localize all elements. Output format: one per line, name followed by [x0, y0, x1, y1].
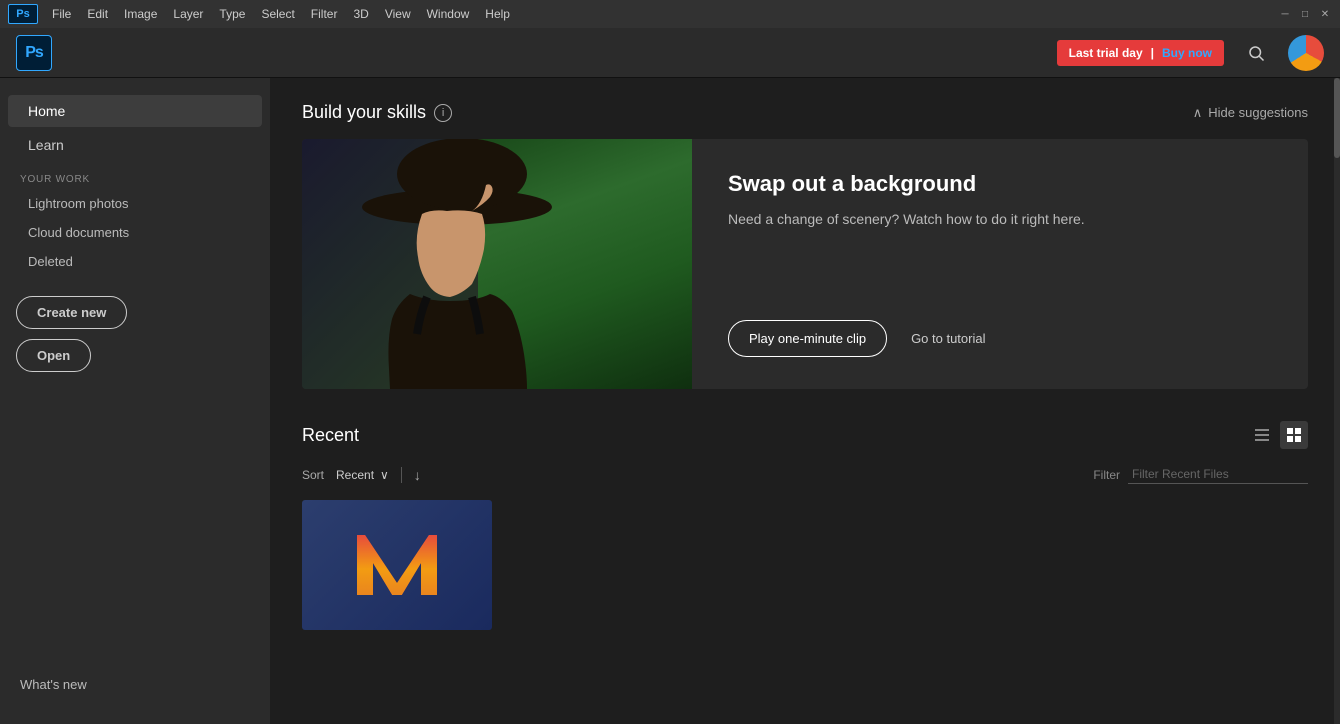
play-clip-button[interactable]: Play one-minute clip	[728, 320, 887, 357]
minimize-button[interactable]: ─	[1278, 7, 1292, 21]
sort-direction-button[interactable]: ↓	[414, 467, 421, 483]
recent-header: Recent	[302, 421, 1308, 449]
your-work-label: YOUR WORK	[0, 162, 270, 189]
sort-bar: Sort Recent ∨ ↓ Filter	[302, 465, 1308, 484]
file-card[interactable]	[302, 500, 492, 630]
file-thumb-inner	[302, 500, 492, 630]
user-avatar[interactable]	[1288, 35, 1324, 71]
ps-logo-main: Ps	[16, 35, 52, 71]
buy-now-link[interactable]: Buy now	[1162, 46, 1212, 60]
maximize-button[interactable]: □	[1298, 7, 1312, 21]
titlebar-left: Ps File Edit Image Layer Type Select Fil…	[8, 0, 518, 28]
toolbar-left: Ps	[16, 35, 52, 71]
menu-window[interactable]: Window	[419, 0, 478, 28]
filter-area: Filter	[1093, 465, 1308, 484]
menu-layer[interactable]: Layer	[165, 0, 211, 28]
sidebar-item-learn[interactable]: Learn	[8, 129, 262, 161]
main-toolbar: Ps Last trial day | Buy now	[0, 28, 1340, 78]
menu-bar: File Edit Image Layer Type Select Filter…	[44, 0, 518, 28]
feature-actions: Play one-minute clip Go to tutorial	[728, 320, 1272, 357]
toolbar-right: Last trial day | Buy now	[1057, 35, 1324, 71]
trial-text: Last trial day	[1069, 46, 1143, 60]
sort-label: Sort	[302, 468, 324, 482]
sort-chevron-icon: ∨	[380, 468, 389, 482]
sort-value: Recent	[336, 468, 374, 482]
titlebar-right: ─ □ ✕	[1278, 7, 1332, 21]
skills-title-area: Build your skills i	[302, 102, 452, 123]
list-view-button[interactable]	[1248, 421, 1276, 449]
scrollbar-track	[1334, 78, 1340, 724]
recent-files-grid	[302, 500, 1308, 630]
menu-file[interactable]: File	[44, 0, 79, 28]
scrollbar-thumb[interactable]	[1334, 78, 1340, 158]
info-icon[interactable]: i	[434, 104, 452, 122]
feature-content: Swap out a background Need a change of s…	[692, 139, 1308, 389]
view-toggle	[1248, 421, 1308, 449]
feature-image-inner	[302, 139, 692, 389]
menu-view[interactable]: View	[377, 0, 419, 28]
skills-title-text: Build your skills	[302, 102, 426, 123]
grid-view-button[interactable]	[1280, 421, 1308, 449]
recent-title: Recent	[302, 425, 359, 446]
open-button[interactable]: Open	[16, 339, 91, 372]
sort-select[interactable]: Recent ∨	[336, 468, 389, 482]
chevron-up-icon: ∧	[1193, 105, 1203, 121]
go-to-tutorial-button[interactable]: Go to tutorial	[911, 331, 985, 346]
search-button[interactable]	[1240, 37, 1272, 69]
filter-label: Filter	[1093, 468, 1120, 482]
menu-edit[interactable]: Edit	[79, 0, 116, 28]
body-layout: Home Learn YOUR WORK Lightroom photos Cl…	[0, 78, 1340, 724]
trial-button[interactable]: Last trial day | Buy now	[1057, 40, 1224, 66]
sidebar-item-deleted[interactable]: Deleted	[0, 247, 270, 276]
menu-select[interactable]: Select	[253, 0, 302, 28]
feature-text: Swap out a background Need a change of s…	[728, 171, 1272, 230]
trial-separator: |	[1151, 46, 1154, 60]
sidebar-item-lightroom[interactable]: Lightroom photos	[0, 189, 270, 218]
menu-help[interactable]: Help	[477, 0, 518, 28]
menu-filter[interactable]: Filter	[303, 0, 346, 28]
hide-suggestions-button[interactable]: ∧ Hide suggestions	[1193, 105, 1308, 121]
main-content: Build your skills i ∧ Hide suggestions	[270, 78, 1340, 724]
feature-description: Need a change of scenery? Watch how to d…	[728, 209, 1272, 230]
feature-card: Swap out a background Need a change of s…	[302, 139, 1308, 389]
sidebar-actions: Create new Open	[0, 276, 270, 392]
menu-image[interactable]: Image	[116, 0, 165, 28]
create-new-button[interactable]: Create new	[16, 296, 127, 329]
file-preview-logo	[357, 535, 437, 595]
file-thumbnail	[302, 500, 492, 630]
sidebar-item-home[interactable]: Home	[8, 95, 262, 127]
sidebar-bottom: What's new	[0, 661, 270, 708]
filter-input[interactable]	[1128, 465, 1308, 484]
feature-image	[302, 139, 692, 389]
close-button[interactable]: ✕	[1318, 7, 1332, 21]
whats-new-link[interactable]: What's new	[20, 677, 250, 692]
feature-heading: Swap out a background	[728, 171, 1272, 197]
sort-divider	[401, 467, 402, 483]
titlebar: Ps File Edit Image Layer Type Select Fil…	[0, 0, 1340, 28]
woman-illustration	[302, 139, 692, 389]
skills-header: Build your skills i ∧ Hide suggestions	[302, 102, 1308, 123]
menu-type[interactable]: Type	[211, 0, 253, 28]
menu-3d[interactable]: 3D	[345, 0, 376, 28]
sidebar-item-cloud[interactable]: Cloud documents	[0, 218, 270, 247]
ps-logo-small: Ps	[8, 4, 38, 24]
hide-suggestions-label: Hide suggestions	[1208, 105, 1308, 120]
sidebar: Home Learn YOUR WORK Lightroom photos Cl…	[0, 78, 270, 724]
